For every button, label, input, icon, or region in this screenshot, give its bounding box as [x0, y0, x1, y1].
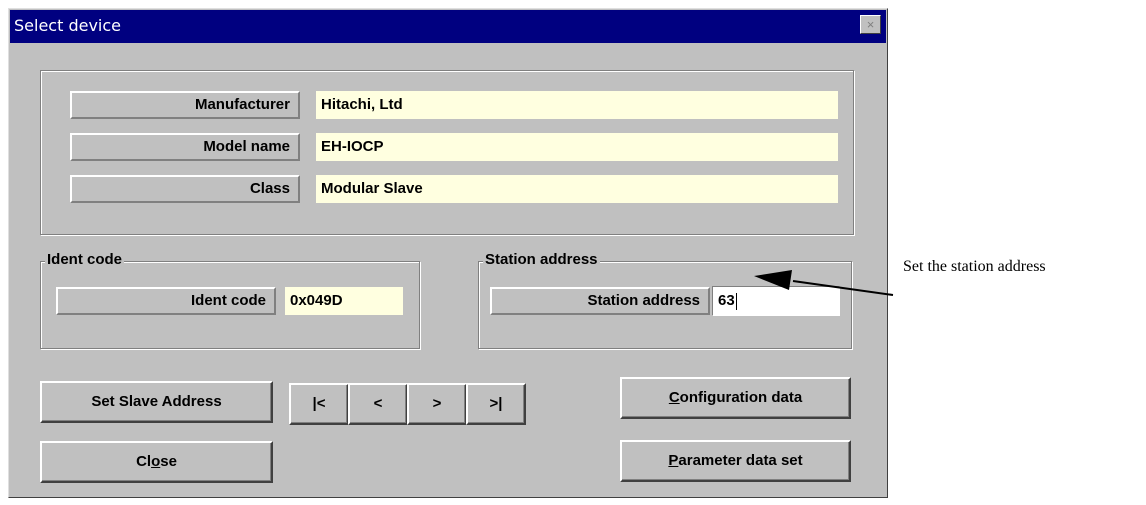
annotation-arrow-icon [754, 270, 894, 296]
annotation-text: Set the station address [903, 258, 1046, 275]
